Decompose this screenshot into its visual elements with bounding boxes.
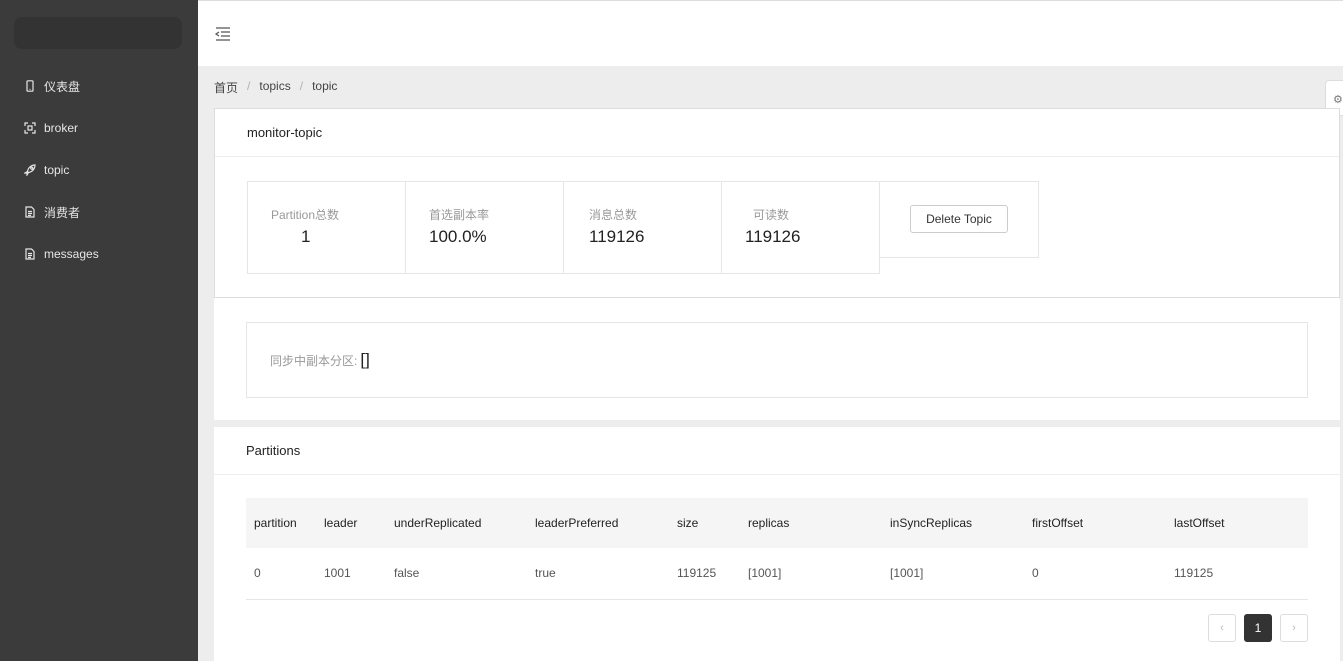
stat-label: 可读数	[753, 208, 790, 222]
rocket-icon	[24, 164, 36, 176]
sidebar-item-label: 仪表盘	[44, 79, 81, 94]
sync-replicas-box: 同步中副本分区: []	[246, 322, 1308, 398]
sidebar-item-broker[interactable]: broker	[0, 108, 198, 148]
table-header-row: partition leader underReplicated leaderP…	[246, 498, 1308, 548]
scan-icon	[24, 122, 36, 134]
breadcrumb-home[interactable]: 首页	[214, 79, 238, 96]
prev-page-button[interactable]: ‹	[1208, 614, 1236, 642]
column-header: underReplicated	[394, 516, 482, 530]
sidebar-item-dashboard[interactable]: 仪表盘	[0, 66, 198, 106]
sidebar-item-consumers[interactable]: 消费者	[0, 192, 198, 232]
breadcrumb-separator: /	[299, 79, 304, 93]
table-row: 0 1001 false true 119125 [1001] [1001] 0…	[246, 548, 1308, 599]
sync-replicas-value: []	[360, 350, 370, 369]
column-header: partition	[254, 516, 297, 530]
stat-value: 119126	[745, 227, 801, 246]
sidebar: 仪表盘 broker topic 消费者 messages	[0, 0, 198, 661]
table-cell: [1001]	[748, 566, 782, 581]
column-header: replicas	[748, 516, 790, 530]
sidebar-item-label: messages	[44, 247, 99, 261]
stat-label: 首选副本率	[429, 208, 490, 222]
stat-partition-count: Partition总数 1	[247, 181, 406, 274]
table-cell: true	[535, 566, 556, 581]
sidebar-item-label: broker	[44, 121, 79, 135]
partitions-card: Partitions partition leader underReplica…	[214, 427, 1340, 661]
sync-replicas-label: 同步中副本分区:	[270, 353, 358, 368]
menu-fold-icon[interactable]	[214, 25, 232, 43]
breadcrumb-topics[interactable]: topics	[259, 79, 290, 96]
sidebar-item-topic[interactable]: topic	[0, 150, 198, 190]
stat-label: Partition总数	[271, 208, 340, 222]
breadcrumb: 首页 / topics / topic	[214, 79, 337, 96]
document-icon	[24, 248, 36, 260]
column-header: inSyncReplicas	[890, 516, 973, 530]
stat-value: 1	[301, 227, 311, 246]
mobile-icon	[24, 80, 36, 92]
stat-label: 消息总数	[589, 208, 638, 222]
stat-value: 119126	[589, 227, 645, 246]
page-button-current[interactable]: 1	[1244, 614, 1272, 642]
delete-topic-button[interactable]: Delete Topic	[910, 205, 1008, 233]
stats-row: Partition总数 1 首选副本率 100.0% 消息总数 119126 可…	[247, 181, 1039, 274]
table-cell: 119125	[1174, 566, 1214, 581]
stat-preferred-replica-rate: 首选副本率 100.0%	[405, 181, 564, 274]
stat-value: 100.0%	[429, 227, 487, 246]
stat-message-total: 消息总数 119126	[563, 181, 722, 274]
table-cell: false	[394, 566, 420, 581]
top-bar	[198, 0, 1343, 66]
column-header: lastOffset	[1174, 516, 1225, 530]
column-header: leader	[324, 516, 358, 530]
breadcrumb-separator: /	[247, 79, 251, 93]
table-cell: 1001	[324, 566, 351, 581]
main-content: 首页 / topics / topic ⚙ monitor-topic Part…	[198, 66, 1343, 661]
sidebar-item-label: topic	[44, 163, 70, 177]
partitions-table: partition leader underReplicated leaderP…	[246, 498, 1308, 600]
topic-title: monitor-topic	[215, 109, 1339, 157]
next-page-button[interactable]: ›	[1280, 614, 1308, 642]
table-cell: [1001]	[890, 566, 924, 581]
topic-summary-card: monitor-topic Partition总数 1 首选副本率 100.0%…	[214, 108, 1340, 298]
column-header: size	[677, 516, 699, 530]
table-cell: 0	[1032, 566, 1039, 581]
stat-readable-count: 可读数 119126	[721, 181, 880, 274]
sync-replicas-card: 同步中副本分区: []	[214, 298, 1340, 420]
breadcrumb-current: topic	[312, 79, 338, 93]
column-header: firstOffset	[1032, 516, 1084, 530]
pagination: ‹ 1 ›	[1208, 614, 1308, 642]
table-cell: 119125	[677, 566, 717, 581]
document-icon	[24, 206, 36, 218]
sidebar-item-messages[interactable]: messages	[0, 234, 198, 274]
column-header: leaderPreferred	[535, 516, 619, 530]
sidebar-item-label: 消费者	[44, 205, 81, 220]
settings-icon: ⚙	[1333, 94, 1343, 106]
delete-topic-wrapper: Delete Topic	[879, 181, 1039, 258]
table-cell: 0	[254, 566, 261, 581]
logo	[14, 17, 182, 49]
partitions-title: Partitions	[214, 427, 1340, 475]
